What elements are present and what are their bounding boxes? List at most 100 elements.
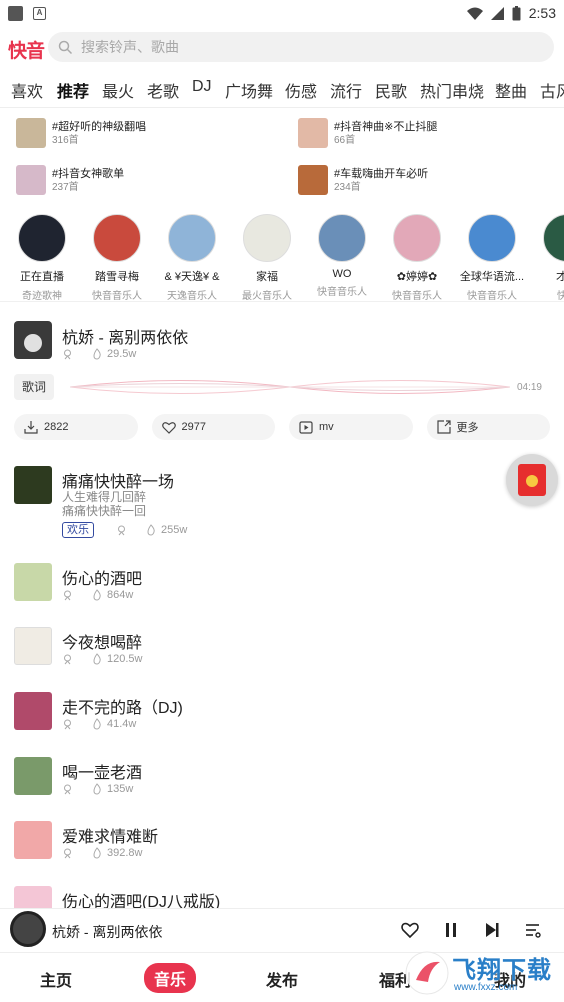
watermark-url: www.fxxz.com [454,982,518,993]
waveform[interactable] [70,372,510,402]
tab-pop[interactable]: 流行 [330,78,362,102]
like-button[interactable]: 2977 [151,414,275,440]
song-title: 爱难求情难断 [62,829,159,846]
fire-icon [93,847,101,859]
artist-name: 正在直播 [20,271,64,283]
song-title: 伤心的酒吧 [62,571,143,588]
song-meta: 41.4w [62,718,136,730]
pause-icon[interactable] [24,334,42,352]
tab-dj[interactable]: DJ [192,78,212,96]
artist-item[interactable]: 家福 最火音乐人 [230,212,304,302]
playlist-item[interactable]: #抖音神曲※不止抖腿 66首 [298,118,437,148]
next-icon[interactable] [482,920,502,940]
fire-icon [147,524,155,536]
song-title: 喝一壶老酒 [62,765,143,782]
song-row[interactable]: 伤心的酒吧(DJ八戒版) [14,886,550,908]
song-cover [14,466,52,504]
watermark: 飞翔下载 www.fxxz.com [404,944,564,1002]
artist-item[interactable]: & ¥天逸¥ & 天逸音乐人 [155,212,229,301]
watermark-text: 飞翔下载 [452,957,552,984]
now-playing-cover[interactable] [14,321,52,359]
artist-item[interactable]: 才仁 快音 [530,212,564,301]
artist-subtitle: 最火音乐人 [242,291,292,302]
tab-ancient-style[interactable]: 古风 [540,78,564,102]
playlist-item[interactable]: #抖音女神歌单 237首 [16,165,124,195]
tab-full-song[interactable]: 整曲 [495,78,527,102]
heart-icon[interactable] [400,920,420,940]
tab-square-dance[interactable]: 广场舞 [225,78,273,102]
red-packet-button[interactable] [506,454,558,506]
watermark-logo-icon [405,951,449,995]
download-button[interactable]: 2822 [14,414,138,440]
playlist-icon[interactable] [523,920,543,940]
song-cover [14,692,52,730]
artist-name: 全球华语流... [459,271,525,283]
playlist-cover [16,165,46,195]
now-playing-title[interactable]: 杭娇 - 离别两依依 [62,324,188,348]
artist-item[interactable]: ✿婷婷✿ 快音音乐人 [380,212,454,301]
app-notification-icon: A [33,6,46,20]
tab-folk[interactable]: 民歌 [375,78,407,102]
song-meta: 255w [116,524,187,536]
fire-icon [93,718,101,730]
battery-icon [512,5,521,20]
search-icon [58,40,73,54]
artist-subtitle: 快音音乐人 [467,291,517,302]
wifi-icon [466,7,483,20]
video-icon [299,420,313,434]
song-title: 今夜想喝醉 [62,635,143,652]
artist-item[interactable]: 正在直播 奇迹歌神 [5,212,79,302]
tab-hottest[interactable]: 最火 [102,78,134,102]
signal-icon [490,6,504,20]
search-bar[interactable] [48,32,554,62]
user-icon [64,784,71,794]
nav-music[interactable]: 音乐 [144,963,197,993]
song-row[interactable]: 今夜想喝醉 120.5w [14,627,550,671]
nav-home[interactable]: 主页 [40,967,72,991]
artist-item[interactable]: 踏雪寻梅 快音音乐人 [80,212,154,302]
song-row[interactable]: 走不完的路（DJ) 41.4w [14,692,550,736]
play-count: 120.5w [107,653,143,665]
mini-player-cover[interactable] [10,911,46,947]
avatar [243,214,291,262]
playlist-count: 237首 [52,181,79,193]
more-button[interactable]: 更多 [426,414,550,440]
artist-subtitle: 奇迹歌神 [22,291,62,302]
song-row[interactable]: 伤心的酒吧 864w [14,563,550,607]
playlist-cover [16,118,46,148]
tab-favorites[interactable]: 喜欢 [11,78,43,102]
playlist-item[interactable]: #车载嗨曲开车必听 234首 [298,165,428,195]
user-icon [64,719,71,729]
search-input[interactable] [81,39,501,55]
playlist-title: #超好听的神级翻唱 [52,120,147,133]
tab-oldies[interactable]: 老歌 [147,78,179,102]
artist-subtitle: 快音音乐人 [92,291,142,302]
song-title: 伤心的酒吧(DJ八戒版) [62,894,221,908]
tab-sad[interactable]: 伤感 [285,78,317,102]
fire-icon [93,348,101,360]
playlist-title: #车载嗨曲开车必听 [334,167,429,180]
lyrics-button[interactable]: 歌词 [14,374,54,400]
song-tag[interactable]: 欢乐 [62,522,94,538]
tab-medley[interactable]: 热门串烧 [420,78,484,102]
tab-recommended[interactable]: 推荐 [57,78,89,102]
song-row[interactable]: 痛痛快快醉一场 人生难得几回醉 痛痛快快醉一回 欢乐 255w [14,466,550,538]
artist-subtitle: 快音音乐人 [317,287,367,298]
notification-icon [8,5,23,21]
song-title: 痛痛快快醉一场 [62,474,175,491]
nav-publish[interactable]: 发布 [266,967,298,991]
song-row[interactable]: 喝一壶老酒 135w [14,757,550,801]
clock: 2:53 [528,5,556,21]
song-row[interactable]: 爱难求情难断 392.8w [14,821,550,865]
download-icon [24,421,38,434]
artist-name: ✿婷婷✿ [396,271,438,283]
pause-icon[interactable] [441,920,461,940]
playlist-item[interactable]: #超好听的神级翻唱 316首 [16,118,146,148]
song-meta: 864w [62,589,133,601]
mini-player-title[interactable]: 杭娇 - 离别两依依 [52,922,162,942]
mv-button[interactable]: mv [289,414,413,440]
app-logo[interactable]: 快音 [8,36,45,63]
play-count: 29.5w [107,348,137,360]
artist-item[interactable]: WO 快音音乐人 [305,212,379,298]
artist-item[interactable]: 全球华语流... 快音音乐人 [455,212,529,302]
